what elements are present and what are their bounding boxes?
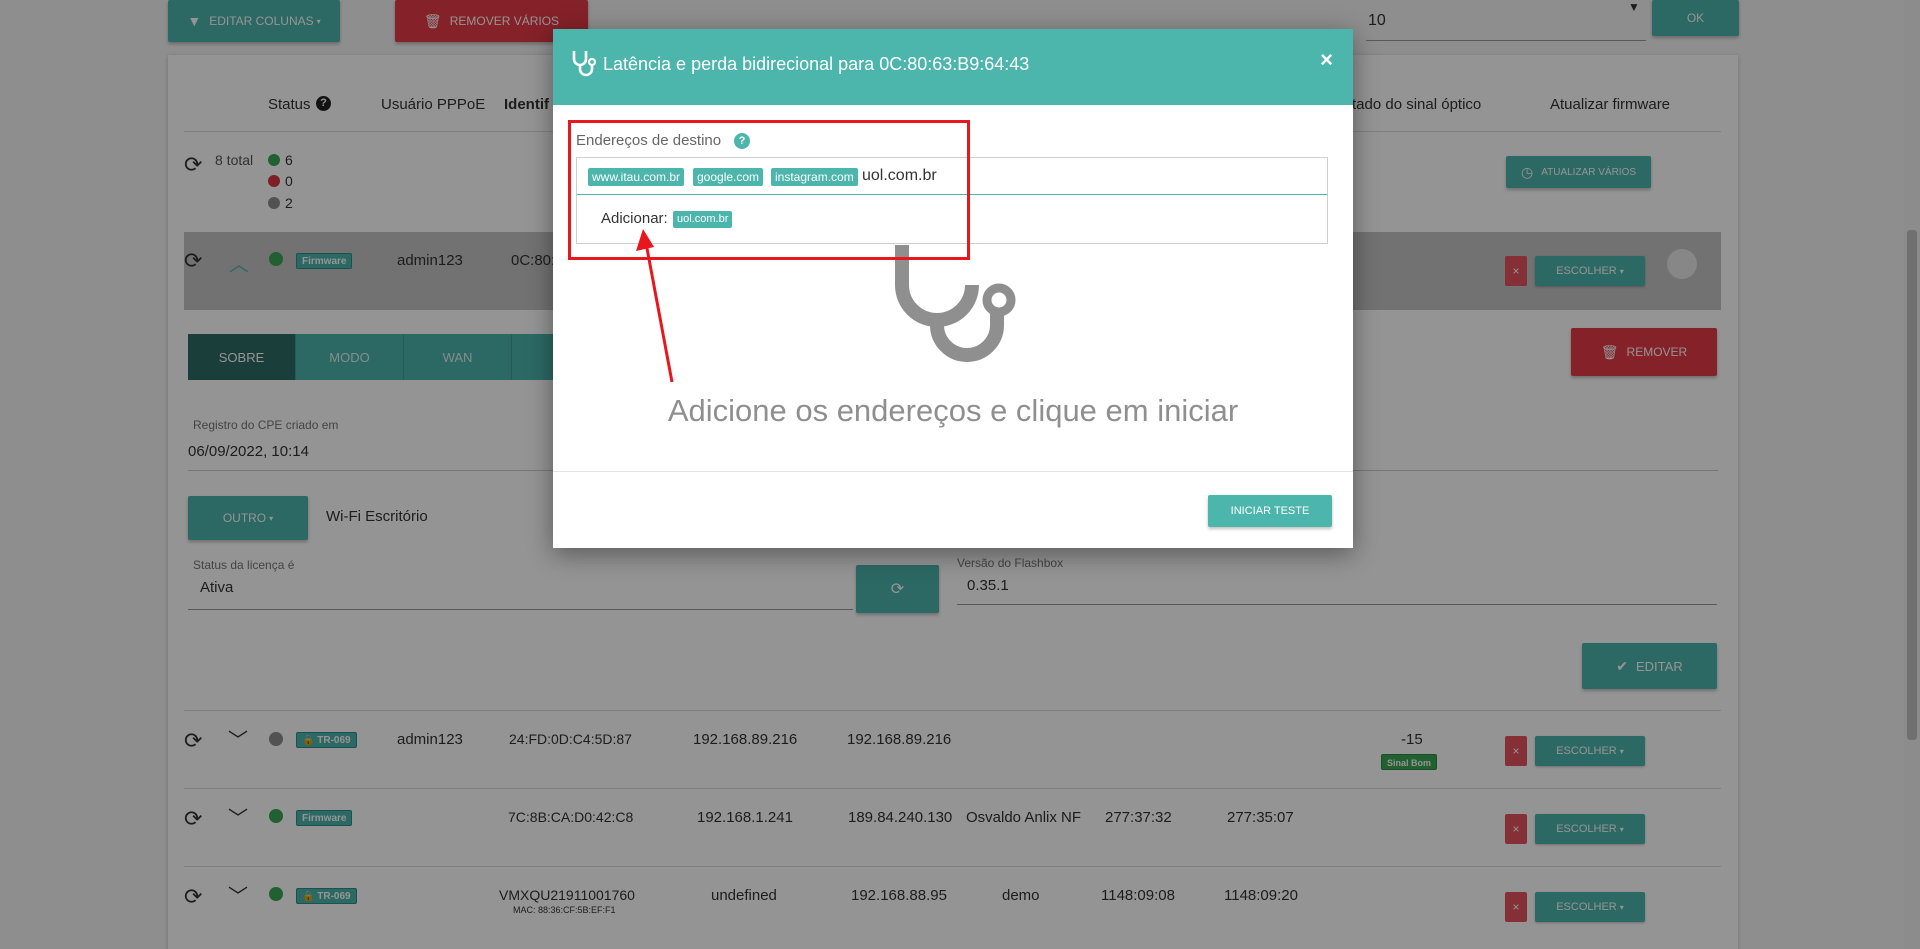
empty-state-text: Adicione os endereços e clique em inicia… (667, 393, 1239, 428)
annotation-arrow-icon (636, 229, 674, 383)
modal-header: Latência e perda bidirecional para 0C:80… (553, 29, 1353, 105)
close-icon[interactable]: × (1320, 47, 1333, 73)
modal-footer-divider (553, 471, 1353, 472)
stethoscope-placeholder-icon (895, 245, 1016, 362)
start-test-button[interactable]: INICIAR TESTE (1208, 495, 1332, 527)
annotation-highlight-box (568, 120, 970, 260)
modal-title: Latência e perda bidirecional para 0C:80… (603, 54, 1030, 74)
stethoscope-icon (572, 51, 597, 77)
